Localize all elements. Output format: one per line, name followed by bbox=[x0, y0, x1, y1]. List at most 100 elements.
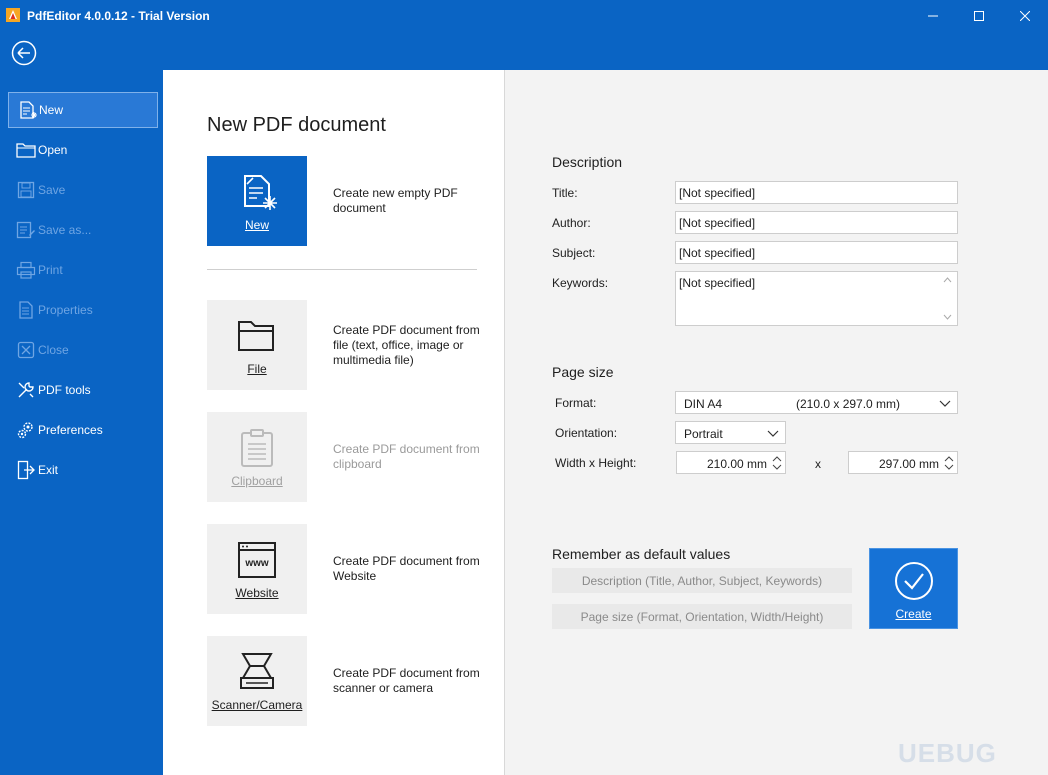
folder-icon bbox=[237, 316, 277, 356]
tile-description: Create PDF document from scanner or came… bbox=[333, 666, 480, 695]
keywords-value: [Not specified] bbox=[679, 276, 756, 290]
window-title: PdfEditor 4.0.0.12 - Trial Version bbox=[27, 9, 210, 23]
sidebar-item-label: Properties bbox=[38, 303, 93, 317]
sidebar-item-label: PDF tools bbox=[38, 383, 91, 397]
new-tile-button[interactable]: New bbox=[207, 156, 307, 246]
tile-description: Create PDF document from clipboard bbox=[333, 442, 480, 471]
tile-description: Create PDF document from Website bbox=[333, 554, 480, 583]
printer-icon bbox=[15, 259, 37, 281]
header-bar bbox=[0, 32, 1048, 70]
sidebar-item-label: Open bbox=[38, 143, 68, 157]
author-label: Author: bbox=[552, 216, 591, 230]
minimize-button[interactable] bbox=[910, 0, 956, 32]
close-window-button[interactable] bbox=[1002, 0, 1048, 32]
tile-label: File bbox=[247, 362, 267, 376]
width-height-label: Width x Height: bbox=[555, 456, 637, 470]
orientation-value: Portrait bbox=[684, 427, 723, 441]
tile-label: New bbox=[244, 218, 269, 232]
new-document-icon bbox=[16, 99, 38, 121]
sidebar-item-label: Exit bbox=[38, 463, 59, 477]
title-field[interactable]: [Not specified] bbox=[675, 181, 958, 204]
sidebar: New Open Save Save as... Print Propertie… bbox=[0, 70, 163, 775]
separator bbox=[207, 269, 477, 270]
width-stepper[interactable]: 210.00 mm bbox=[676, 451, 786, 474]
sidebar-item-label: Preferences bbox=[38, 423, 103, 437]
chevron-down-icon bbox=[767, 430, 779, 437]
remember-page-size-button[interactable]: Page size (Format, Orientation, Width/He… bbox=[552, 604, 852, 629]
maximize-icon bbox=[974, 11, 984, 21]
clipboard-tile-button[interactable]: Clipboard bbox=[207, 412, 307, 502]
scanner-icon bbox=[237, 652, 277, 692]
chevron-down-icon bbox=[939, 400, 951, 407]
gears-icon bbox=[15, 419, 37, 441]
sidebar-item-label: Close bbox=[38, 343, 69, 357]
exit-icon bbox=[15, 459, 37, 481]
height-value: 297.00 mm bbox=[878, 457, 939, 471]
sidebar-item-label: Print bbox=[38, 263, 63, 277]
properties-icon bbox=[15, 299, 37, 321]
sidebar-item-label: Save bbox=[38, 183, 66, 197]
format-select[interactable]: DIN A4 (210.0 x 297.0 mm) bbox=[675, 391, 958, 414]
back-arrow-icon[interactable] bbox=[11, 40, 37, 66]
dimension-separator: x bbox=[815, 457, 821, 471]
sidebar-item-pdf-tools[interactable]: PDF tools bbox=[8, 372, 158, 408]
sidebar-item-save-as[interactable]: Save as... bbox=[8, 212, 158, 248]
author-field[interactable]: [Not specified] bbox=[675, 211, 958, 234]
sidebar-item-open[interactable]: Open bbox=[8, 132, 158, 168]
save-as-icon bbox=[15, 219, 37, 241]
sidebar-item-properties[interactable]: Properties bbox=[8, 292, 158, 328]
app-logo-icon bbox=[6, 8, 20, 22]
sidebar-item-label: Save as... bbox=[38, 223, 92, 237]
maximize-button[interactable] bbox=[956, 0, 1002, 32]
spin-arrows-icon[interactable] bbox=[772, 454, 782, 472]
tile-label: Clipboard bbox=[231, 474, 283, 488]
scroll-up-icon[interactable] bbox=[943, 277, 952, 283]
defaults-heading: Remember as default values bbox=[552, 546, 731, 562]
tile-description: Create new empty PDF document bbox=[333, 186, 458, 215]
format-value: DIN A4 bbox=[684, 397, 723, 411]
page-title: New PDF document bbox=[207, 114, 386, 136]
sidebar-item-new[interactable]: New bbox=[8, 92, 158, 128]
sidebar-item-save[interactable]: Save bbox=[8, 172, 158, 208]
title-bar: PdfEditor 4.0.0.12 - Trial Version bbox=[0, 0, 1048, 32]
minimize-icon bbox=[928, 15, 938, 17]
clipboard-icon bbox=[237, 428, 277, 468]
scroll-down-icon[interactable] bbox=[943, 314, 952, 320]
format-label: Format: bbox=[555, 396, 597, 410]
keywords-label: Keywords: bbox=[552, 276, 609, 290]
new-document-icon bbox=[237, 172, 277, 212]
orientation-label: Orientation: bbox=[555, 426, 618, 440]
sidebar-item-preferences[interactable]: Preferences bbox=[8, 412, 158, 448]
checkmark-circle-icon bbox=[894, 562, 933, 600]
close-doc-icon bbox=[15, 339, 37, 361]
keywords-field[interactable]: [Not specified] bbox=[675, 271, 958, 326]
remember-description-button[interactable]: Description (Title, Author, Subject, Key… bbox=[552, 568, 852, 593]
watermark: UEBUG bbox=[898, 738, 997, 768]
svg-text:www: www bbox=[244, 558, 269, 569]
height-stepper[interactable]: 297.00 mm bbox=[848, 451, 958, 474]
file-tile-button[interactable]: File bbox=[207, 300, 307, 390]
close-icon bbox=[1020, 11, 1030, 21]
sidebar-item-exit[interactable]: Exit bbox=[8, 452, 158, 488]
website-tile-button[interactable]: www Website bbox=[207, 524, 307, 614]
description-heading: Description bbox=[552, 154, 623, 170]
tile-label: Website bbox=[235, 586, 279, 600]
sidebar-item-print[interactable]: Print bbox=[8, 252, 158, 288]
folder-icon bbox=[15, 139, 37, 161]
tile-label: Scanner/Camera bbox=[211, 698, 303, 712]
website-icon: www bbox=[237, 540, 277, 580]
width-value: 210.00 mm bbox=[706, 457, 767, 471]
page-size-heading: Page size bbox=[552, 364, 614, 380]
tools-icon bbox=[15, 379, 37, 401]
scanner-tile-button[interactable]: Scanner/Camera bbox=[207, 636, 307, 726]
subject-field[interactable]: [Not specified] bbox=[675, 241, 958, 264]
orientation-select[interactable]: Portrait bbox=[675, 421, 786, 444]
title-label: Title: bbox=[552, 186, 578, 200]
create-button[interactable]: Create bbox=[869, 548, 958, 629]
create-label: Create bbox=[895, 607, 932, 621]
sidebar-item-close[interactable]: Close bbox=[8, 332, 158, 368]
tile-description: Create PDF document from file (text, off… bbox=[333, 323, 480, 367]
save-icon bbox=[15, 179, 37, 201]
spin-arrows-icon[interactable] bbox=[944, 454, 954, 472]
sidebar-item-label: New bbox=[39, 103, 64, 117]
